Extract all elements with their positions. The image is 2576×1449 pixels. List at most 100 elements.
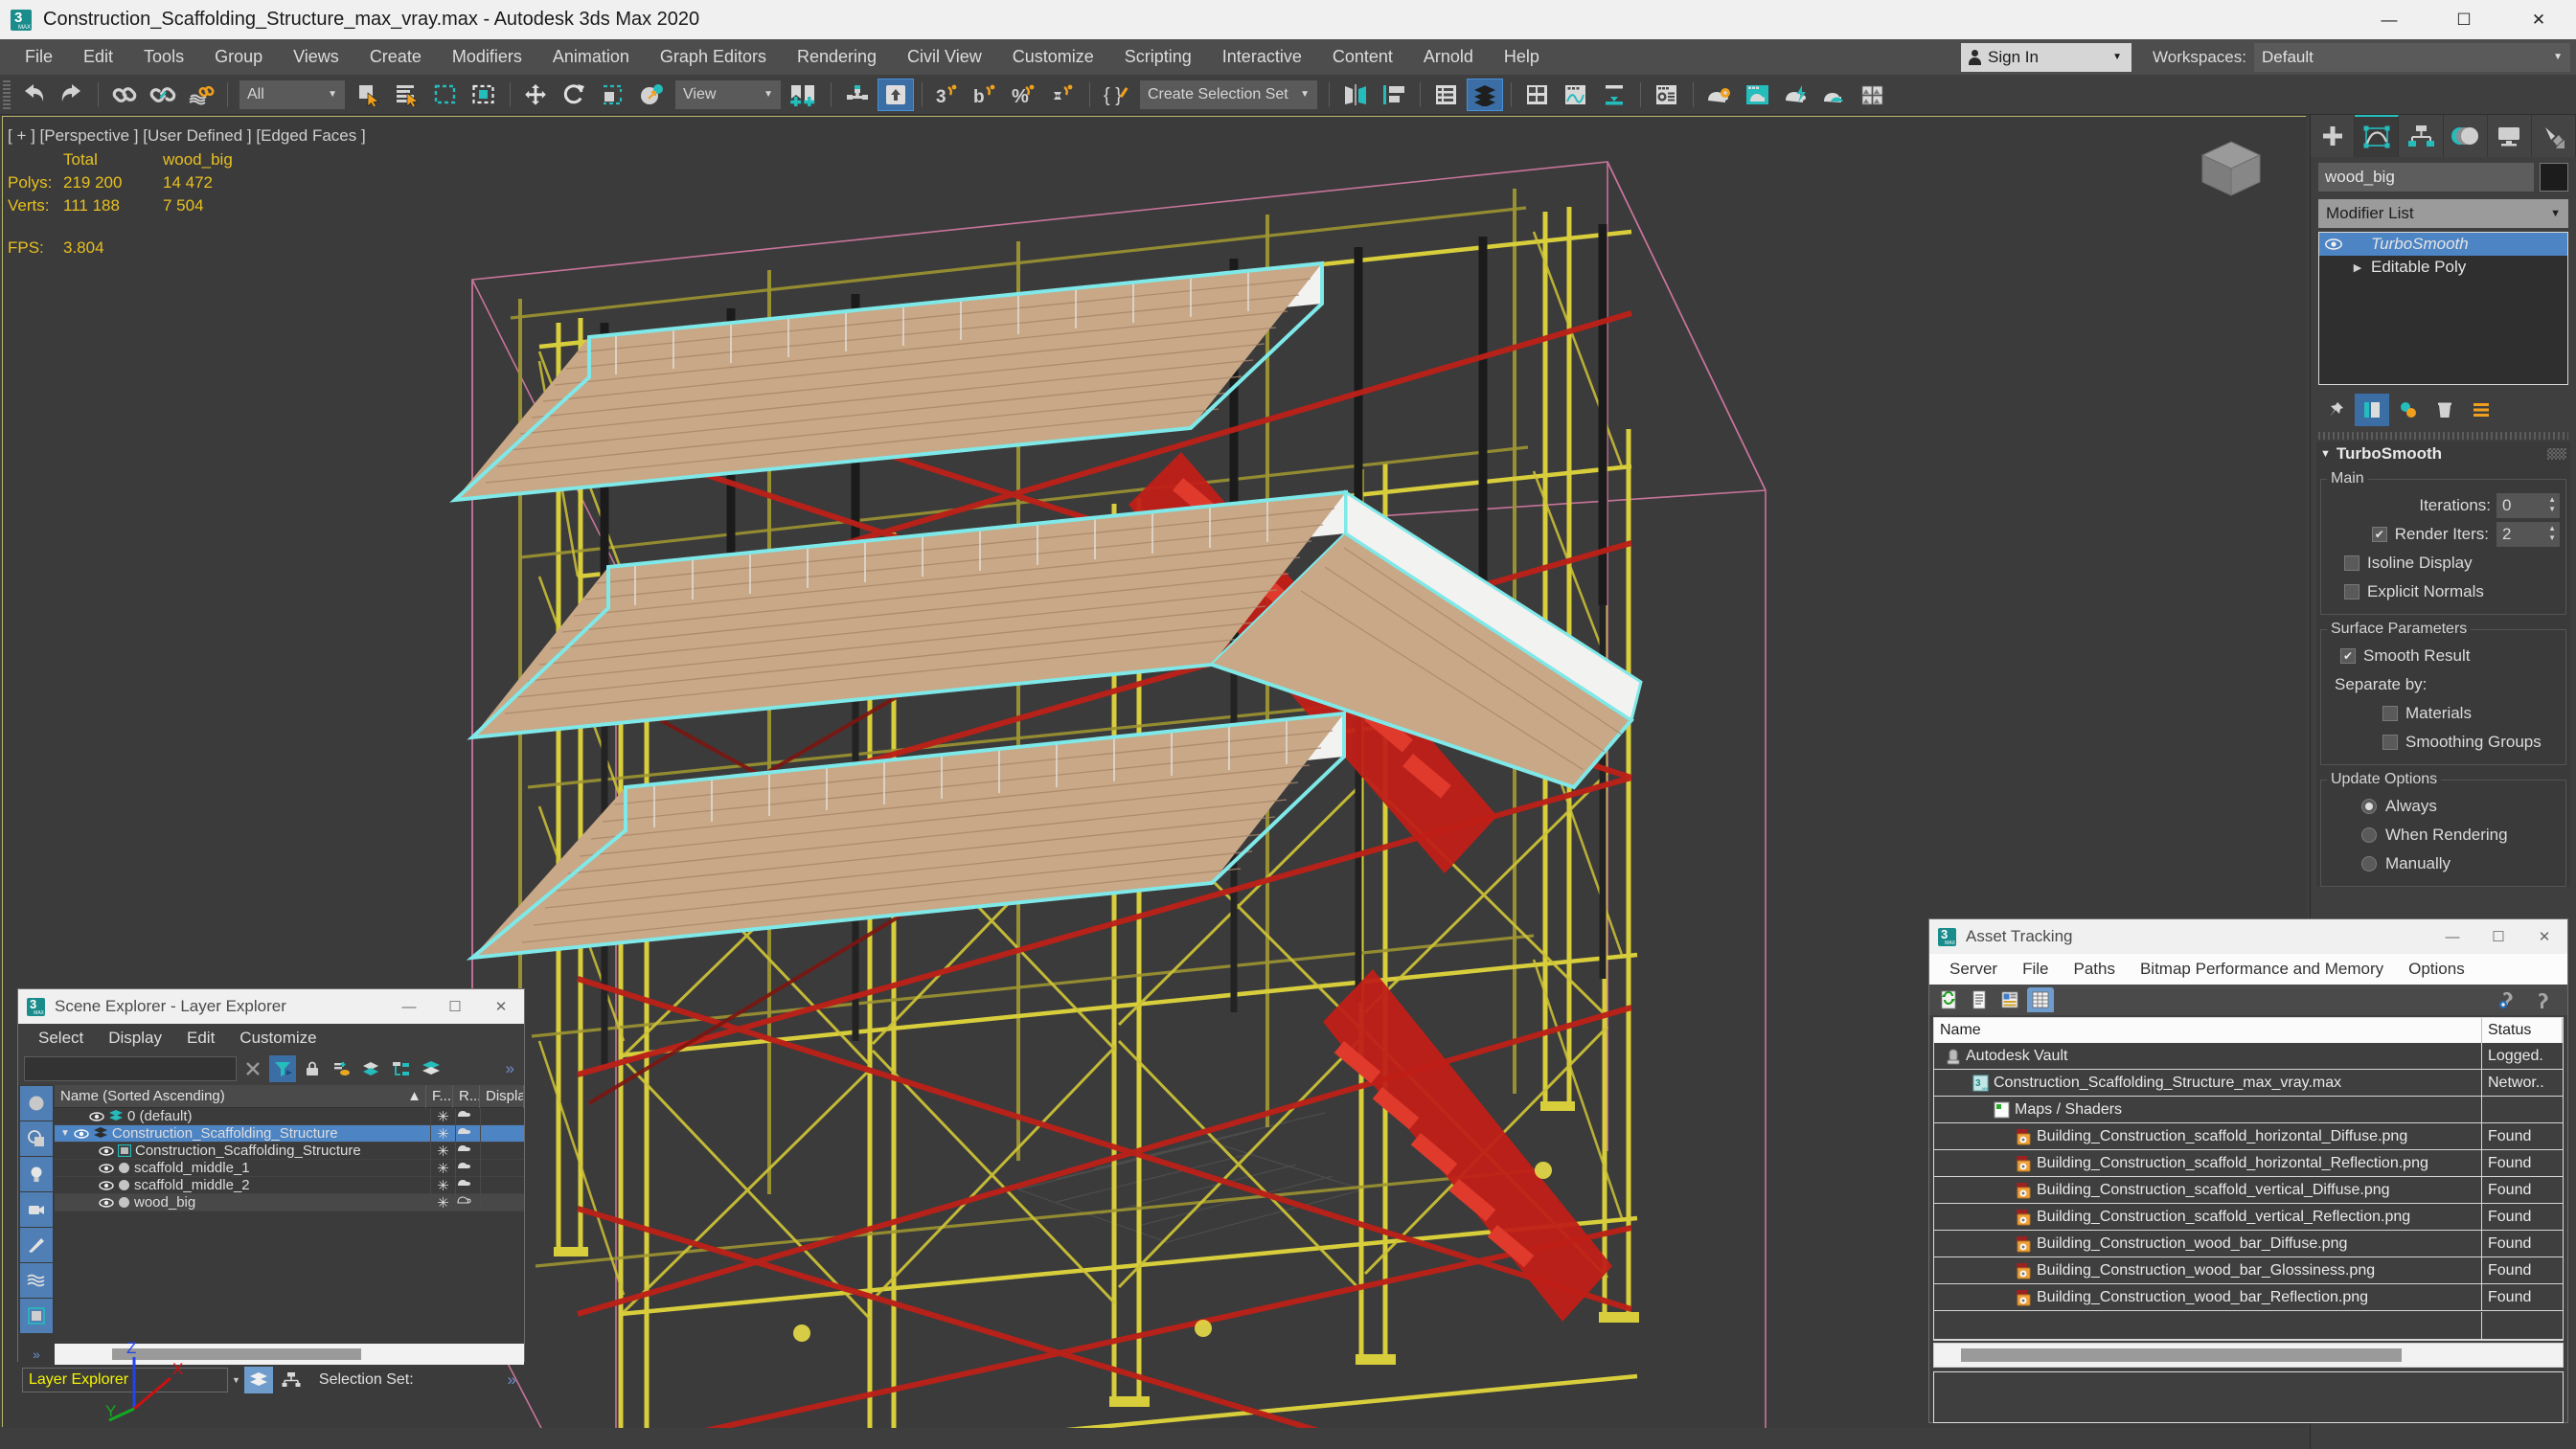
select-and-rotate-button[interactable]: [557, 79, 593, 111]
hierarchy-tab[interactable]: [2399, 115, 2444, 157]
spinner-arrows-icon[interactable]: ▲ ▼: [2548, 524, 2556, 543]
render-production-button[interactable]: [1778, 79, 1814, 111]
create-selection-set-input[interactable]: Create Selection Set ▼: [1140, 79, 1317, 109]
create-tab[interactable]: [2311, 115, 2356, 157]
table-row[interactable]: scaffold_middle_1 ✳: [55, 1159, 524, 1177]
asset-grid-horizontal-scrollbar[interactable]: [1933, 1343, 2564, 1368]
modify-tab[interactable]: [2355, 115, 2400, 157]
layer-hierarchy-icon-button[interactable]: [388, 1055, 415, 1082]
menu-tools[interactable]: Tools: [128, 39, 199, 75]
rollout-header[interactable]: ▼ TurboSmooth: [2316, 441, 2570, 466]
table-row[interactable]: Building_Construction_scaffold_vertical_…: [1934, 1176, 2563, 1204]
import-button[interactable]: [1596, 79, 1632, 111]
column-name[interactable]: Name: [1934, 1018, 2482, 1043]
material-editor-button[interactable]: [1649, 79, 1685, 111]
select-by-name-button[interactable]: [389, 79, 425, 111]
select-and-scale-button[interactable]: [595, 79, 631, 111]
modifier-list-dropdown[interactable]: Modifier List ▼: [2318, 199, 2568, 228]
menu-edit[interactable]: Edit: [68, 39, 128, 75]
grid-view-button[interactable]: [2027, 987, 2054, 1012]
frozen-cell[interactable]: ✳: [430, 1193, 455, 1211]
percent-snap-toggle-button[interactable]: %: [1007, 79, 1043, 111]
rectangular-select-region-button[interactable]: [427, 79, 464, 111]
frozen-cell[interactable]: ✳: [430, 1176, 455, 1194]
menu-graph-editors[interactable]: Graph Editors: [645, 39, 782, 75]
menu-display[interactable]: Display: [96, 1024, 174, 1053]
menu-views[interactable]: Views: [278, 39, 354, 75]
rendered-frame-window-button[interactable]: [1740, 79, 1776, 111]
menu-scripting[interactable]: Scripting: [1109, 39, 1207, 75]
refresh-button[interactable]: [1935, 987, 1962, 1012]
filter-lights-button[interactable]: [20, 1157, 53, 1191]
asset-tracking-window[interactable]: 3 MAX Asset Tracking — ☐ ✕ Server File Pa…: [1928, 918, 2568, 1423]
window-crossing-button[interactable]: [466, 79, 502, 111]
select-and-manipulate-button[interactable]: [839, 79, 876, 111]
filter-shapes-button[interactable]: [20, 1121, 53, 1156]
table-row[interactable]: wood_big ✳: [55, 1193, 524, 1211]
undo-button[interactable]: [15, 79, 52, 111]
menu-file[interactable]: File: [10, 39, 68, 75]
frozen-cell[interactable]: ✳: [430, 1107, 455, 1125]
scene-explorer-window[interactable]: 3 MAX Scene Explorer - Layer Explorer — ☐…: [17, 988, 525, 1393]
overflow-chevron-icon[interactable]: »: [506, 1059, 518, 1078]
filter-geometry-button[interactable]: [20, 1086, 53, 1121]
select-and-link-button[interactable]: [106, 79, 143, 111]
view-cube[interactable]: [2193, 136, 2269, 203]
hierarchy-toggle[interactable]: [277, 1367, 306, 1393]
table-row[interactable]: ▼ Construction_Scaffolding_Structure ✳: [55, 1124, 524, 1143]
menu-modifiers[interactable]: Modifiers: [437, 39, 537, 75]
frozen-cell[interactable]: ✳: [430, 1159, 455, 1177]
pin-stack-button[interactable]: [2318, 394, 2353, 426]
toolbar-grip[interactable]: [3, 79, 11, 109]
render-iters-checkbox[interactable]: ✔: [2371, 527, 2387, 542]
frozen-cell[interactable]: ✳: [430, 1142, 455, 1160]
display-cell[interactable]: [480, 1124, 524, 1143]
select-object-button[interactable]: [351, 79, 387, 111]
explicit-normals-checkbox[interactable]: [2344, 584, 2359, 600]
table-row[interactable]: Maps / Shaders: [1934, 1096, 2563, 1123]
close-button[interactable]: ✕: [478, 989, 524, 1024]
footer-overflow-chevron-icon[interactable]: »: [508, 1370, 520, 1390]
motion-tab[interactable]: [2444, 115, 2488, 157]
table-row[interactable]: Building_Construction_scaffold_horizonta…: [1934, 1149, 2563, 1177]
asset-tracking-grid[interactable]: Name Status Autodesk Vault Logged. 3MAX …: [1933, 1017, 2564, 1341]
close-button[interactable]: ✕: [2521, 919, 2567, 954]
materials-checkbox[interactable]: [2382, 706, 2398, 721]
collapse-triangle-icon[interactable]: ▼: [2320, 448, 2331, 460]
modifier-stack-item-turbosmooth[interactable]: TurboSmooth: [2319, 233, 2567, 256]
render-cell[interactable]: [455, 1142, 480, 1160]
chevron-down-icon[interactable]: ▼: [232, 1375, 240, 1385]
curve-editor-button[interactable]: [1519, 79, 1556, 111]
column-name[interactable]: Name (Sorted Ascending) ▲: [55, 1084, 426, 1108]
menu-civil-view[interactable]: Civil View: [892, 39, 997, 75]
spinner-snap-button[interactable]: [1045, 79, 1082, 111]
menu-help[interactable]: Help: [1489, 39, 1555, 75]
search-input[interactable]: [24, 1056, 237, 1081]
render-iters-spinner[interactable]: 2 ▲ ▼: [2496, 522, 2560, 547]
iterations-spinner[interactable]: 0 ▲ ▼: [2496, 493, 2560, 518]
display-cell[interactable]: [480, 1107, 524, 1125]
menu-server[interactable]: Server: [1937, 954, 2010, 985]
update-option-when-rendering-radio[interactable]: [2361, 827, 2377, 843]
object-color-swatch[interactable]: [2540, 163, 2568, 192]
modifier-stack[interactable]: TurboSmooth ▶ Editable Poly: [2318, 232, 2568, 385]
smooth-result-checkbox[interactable]: ✔: [2340, 648, 2356, 664]
display-cell[interactable]: [480, 1193, 524, 1211]
display-tab[interactable]: [2488, 115, 2532, 157]
menu-bitmap-performance[interactable]: Bitmap Performance and Memory: [2128, 954, 2396, 985]
minimize-button[interactable]: —: [2429, 919, 2475, 954]
menu-interactive[interactable]: Interactive: [1207, 39, 1317, 75]
layer-explorer-toggle[interactable]: [243, 1367, 273, 1393]
layers-stack-icon-button[interactable]: [418, 1055, 445, 1082]
spinner-arrows-icon[interactable]: ▲ ▼: [2548, 495, 2556, 514]
update-option-manually-radio[interactable]: [2361, 856, 2377, 872]
menu-customize[interactable]: Customize: [997, 39, 1109, 75]
menu-rendering[interactable]: Rendering: [782, 39, 892, 75]
help-icon[interactable]: [2529, 987, 2556, 1012]
schematic-view-button[interactable]: [1558, 79, 1594, 111]
menu-arnold[interactable]: Arnold: [1408, 39, 1489, 75]
select-and-place-button[interactable]: [633, 79, 670, 111]
menu-customize[interactable]: Customize: [227, 1024, 329, 1053]
lock-icon-button[interactable]: [299, 1055, 326, 1082]
eye-icon[interactable]: [99, 1197, 114, 1208]
